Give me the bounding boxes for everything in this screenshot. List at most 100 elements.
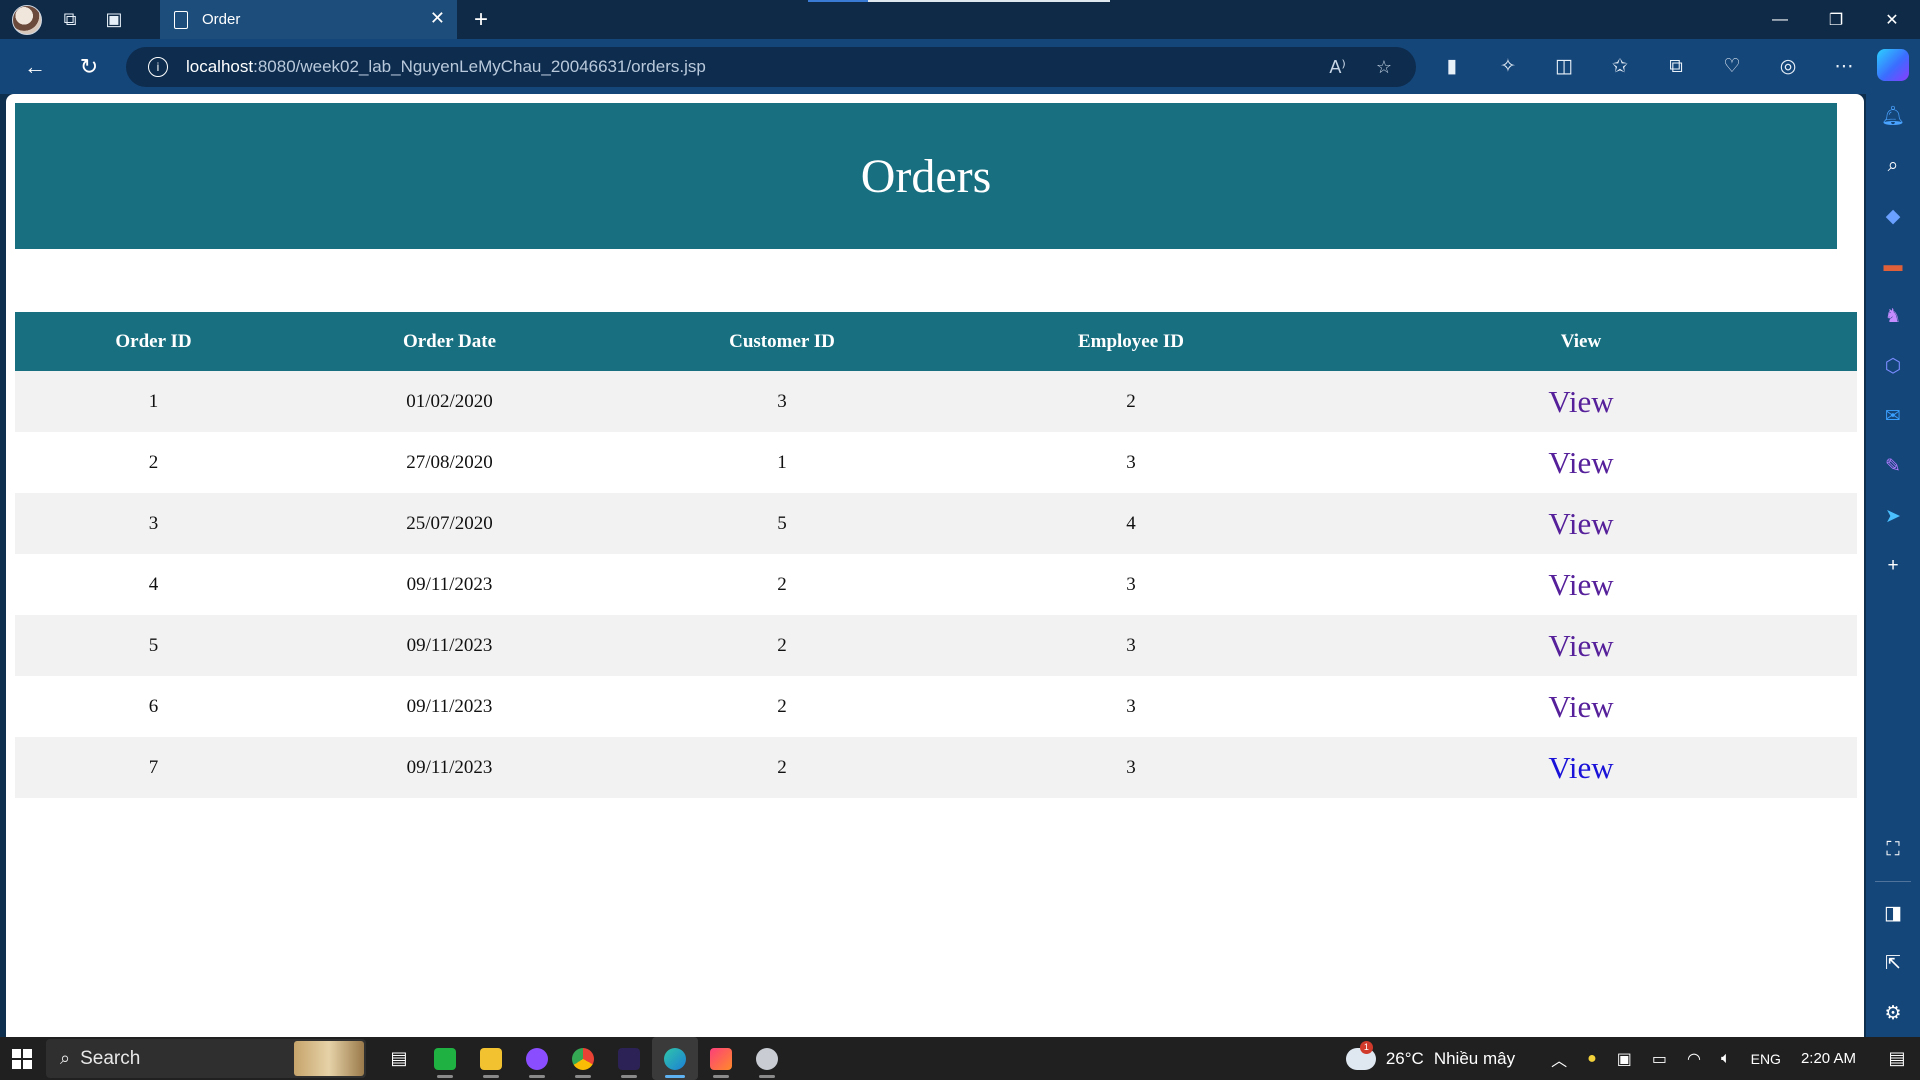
send-icon[interactable]: ➤ bbox=[1866, 491, 1920, 541]
postman-icon[interactable] bbox=[744, 1037, 790, 1080]
messenger-icon[interactable] bbox=[514, 1037, 560, 1080]
column-header: Order Date bbox=[292, 312, 607, 371]
notification-center-icon[interactable]: ▤ bbox=[1874, 1048, 1920, 1069]
taskbar-search-box[interactable]: ⌕ Search bbox=[46, 1039, 366, 1078]
employee-id-cell: 3 bbox=[957, 615, 1305, 676]
tab-close-icon[interactable]: ✕ bbox=[430, 8, 445, 29]
show-hidden-icons-chevron-icon[interactable]: ︿ bbox=[1551, 1047, 1567, 1071]
customer-id-cell: 3 bbox=[607, 371, 957, 432]
tray-app-icon[interactable]: ● bbox=[1587, 1050, 1597, 1068]
browser-essentials-icon[interactable]: ♡ bbox=[1704, 39, 1760, 94]
new-tab-button[interactable]: + bbox=[464, 0, 498, 39]
screenshot-icon[interactable]: ⛶ bbox=[1866, 825, 1920, 875]
hide-sidebar-icon[interactable]: ◨ bbox=[1866, 888, 1920, 938]
employee-id-cell: 4 bbox=[957, 493, 1305, 554]
collections-app-icon[interactable]: ▮ bbox=[1424, 39, 1480, 94]
tab-actions-icon[interactable]: ▣ bbox=[92, 0, 136, 39]
start-button[interactable] bbox=[0, 1037, 44, 1080]
view-link[interactable]: View bbox=[1548, 750, 1613, 785]
volume-icon[interactable]: 🔈︎ bbox=[1721, 1050, 1731, 1068]
shopping-tag-icon[interactable]: ◆ bbox=[1866, 191, 1920, 241]
refresh-button[interactable]: ↻ bbox=[62, 39, 116, 94]
system-tray: 1 26°C Nhiều mây ︿ ● ▣ ▭ ◠ 🔈︎ ENG 2:20 A… bbox=[1345, 1037, 1920, 1080]
file-explorer-icon[interactable] bbox=[468, 1037, 514, 1080]
view-link[interactable]: View bbox=[1548, 689, 1613, 724]
table-row: 1 01/02/2020 3 2 View bbox=[15, 371, 1857, 432]
tab-title: Order bbox=[202, 11, 241, 28]
restore-button[interactable]: ❐ bbox=[1808, 0, 1864, 39]
open-external-icon[interactable]: ⇱ bbox=[1866, 938, 1920, 988]
weather-widget[interactable]: 1 26°C Nhiều mây bbox=[1345, 1040, 1516, 1070]
battery-icon[interactable]: ▭ bbox=[1652, 1049, 1667, 1069]
favorites-icon[interactable]: ✩ bbox=[1592, 39, 1648, 94]
window-controls: — ❐ ✕ bbox=[1752, 0, 1920, 39]
copilot-icon[interactable] bbox=[1877, 49, 1909, 81]
add-sidebar-app-icon[interactable]: + bbox=[1866, 541, 1920, 591]
table-row: 3 25/07/2020 5 4 View bbox=[15, 493, 1857, 554]
intellij-icon[interactable] bbox=[698, 1037, 744, 1080]
split-screen-icon[interactable]: ◫ bbox=[1536, 39, 1592, 94]
order-date-cell: 09/11/2023 bbox=[292, 737, 607, 798]
extensions-icon[interactable]: ✧ bbox=[1480, 39, 1536, 94]
profile-avatar[interactable] bbox=[12, 4, 42, 35]
tools-briefcase-icon[interactable]: ▬ bbox=[1866, 241, 1920, 291]
weather-temperature: 26°C bbox=[1385, 1048, 1424, 1068]
table-row: 4 09/11/2023 2 3 View bbox=[15, 554, 1857, 615]
address-bar[interactable]: i localhost:8080/week02_lab_NguyenLeMyCh… bbox=[126, 47, 1416, 87]
settings-gear-icon[interactable]: ⚙ bbox=[1866, 988, 1920, 1038]
microsoft-365-icon[interactable]: ⬡ bbox=[1866, 341, 1920, 391]
more-menu-icon[interactable]: ⋯ bbox=[1816, 39, 1872, 94]
clock[interactable]: 2:20 AM bbox=[1801, 1050, 1856, 1067]
search-icon[interactable]: ⌕ bbox=[1866, 141, 1920, 191]
read-aloud-icon[interactable]: A⁾ bbox=[1329, 57, 1345, 78]
collections-icon[interactable]: ⧉ bbox=[1648, 39, 1704, 94]
page-viewport: Orders Order ID Order Date Customer ID E… bbox=[6, 94, 1864, 1037]
view-link[interactable]: View bbox=[1548, 567, 1613, 602]
customer-id-cell: 2 bbox=[607, 737, 957, 798]
chrome-icon[interactable] bbox=[560, 1037, 606, 1080]
language-indicator[interactable]: ENG bbox=[1751, 1051, 1781, 1067]
view-cell: View bbox=[1305, 554, 1857, 615]
taskbar-app-green[interactable] bbox=[422, 1037, 468, 1080]
order-date-cell: 27/08/2020 bbox=[292, 432, 607, 493]
performance-icon[interactable]: ◎ bbox=[1760, 39, 1816, 94]
view-cell: View bbox=[1305, 371, 1857, 432]
refresh-icon: ↻ bbox=[79, 53, 99, 79]
order-date-cell: 09/11/2023 bbox=[292, 615, 607, 676]
view-link[interactable]: View bbox=[1548, 445, 1613, 480]
page-header: Orders bbox=[15, 103, 1837, 249]
back-arrow-icon: ← bbox=[24, 53, 46, 79]
page-title: Orders bbox=[860, 149, 992, 203]
table-header-row: Order ID Order Date Customer ID Employee… bbox=[15, 312, 1857, 371]
outlook-icon[interactable]: ✉ bbox=[1866, 391, 1920, 441]
employee-id-cell: 3 bbox=[957, 432, 1305, 493]
order-date-cell: 01/02/2020 bbox=[292, 371, 607, 432]
games-icon[interactable]: ♞ bbox=[1866, 291, 1920, 341]
column-header: Customer ID bbox=[607, 312, 957, 371]
tab-order[interactable]: Order ✕ bbox=[160, 0, 457, 39]
browser-toolbar-icons: ▮ ✧ ◫ ✩ ⧉ ♡ ◎ ⋯ bbox=[1424, 39, 1872, 94]
view-link[interactable]: View bbox=[1548, 384, 1613, 419]
eclipse-icon[interactable] bbox=[606, 1037, 652, 1080]
designer-icon[interactable]: ✎ bbox=[1866, 441, 1920, 491]
view-link[interactable]: View bbox=[1548, 628, 1613, 663]
minimize-button[interactable]: — bbox=[1752, 0, 1808, 39]
view-cell: View bbox=[1305, 432, 1857, 493]
customer-id-cell: 1 bbox=[607, 432, 957, 493]
favorite-star-icon[interactable]: ☆ bbox=[1376, 57, 1392, 78]
weather-description: Nhiều mây bbox=[1433, 1048, 1516, 1068]
view-link[interactable]: View bbox=[1548, 506, 1613, 541]
site-info-icon[interactable]: i bbox=[148, 57, 168, 77]
wifi-icon[interactable]: ◠ bbox=[1687, 1049, 1701, 1069]
edge-icon[interactable] bbox=[652, 1037, 698, 1080]
customer-id-cell: 2 bbox=[607, 615, 957, 676]
customer-id-cell: 2 bbox=[607, 554, 957, 615]
workspaces-icon[interactable]: ⧉ bbox=[48, 0, 92, 39]
view-cell: View bbox=[1305, 676, 1857, 737]
meet-now-icon[interactable]: ▣ bbox=[1617, 1049, 1632, 1069]
task-view-icon[interactable]: ▤ bbox=[376, 1037, 422, 1080]
close-window-button[interactable]: ✕ bbox=[1864, 0, 1920, 39]
order-date-cell: 09/11/2023 bbox=[292, 554, 607, 615]
back-button[interactable]: ← bbox=[8, 39, 62, 94]
notifications-bell-icon[interactable]: 🔔︎ bbox=[1866, 91, 1920, 141]
